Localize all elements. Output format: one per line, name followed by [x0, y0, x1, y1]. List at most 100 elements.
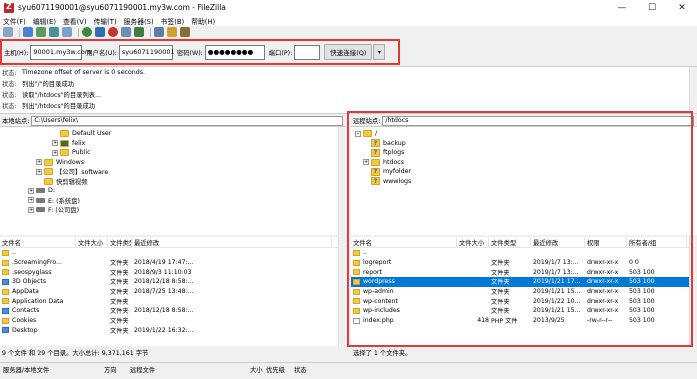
tree-node[interactable]: ? backup [351, 139, 697, 149]
cancel-icon[interactable] [108, 27, 118, 37]
column-modified[interactable]: 最近修改 [531, 236, 585, 248]
reconnect-icon[interactable] [134, 27, 144, 37]
remote-list-scrollbar[interactable] [689, 237, 697, 346]
toggle-log-icon[interactable] [23, 27, 33, 37]
quickconnect-history-dropdown[interactable]: ▾ [373, 44, 386, 60]
tree-node[interactable]: + 【公司】software [0, 167, 346, 177]
menu-server[interactable]: 服务器(S) [124, 16, 154, 26]
collapse-icon[interactable]: − [355, 130, 361, 137]
file-row[interactable]: wp-content 文件夹 2019/1/22 10... drwxr-xr-x 50… [351, 296, 697, 306]
column-owner[interactable]: 所有者/组 [627, 236, 687, 248]
tree-node[interactable]: + E: (系统盘) [0, 196, 346, 206]
file-row[interactable]: wordpress 文件夹 2019/1/21 17... drwxr-xr-x 503… [351, 277, 697, 287]
tree-node[interactable]: − / [351, 129, 697, 139]
queue-column-direction[interactable]: 方向 [104, 365, 130, 374]
column-filetype[interactable]: 文件类型 [108, 236, 132, 248]
tree-node[interactable]: Default User [0, 129, 346, 139]
local-tree-scrollbar[interactable] [338, 127, 346, 235]
column-filename[interactable]: 文件名 [351, 236, 457, 248]
host-input[interactable]: 90001.my3w.com [30, 44, 91, 60]
column-filesize[interactable]: 文件大小 [76, 236, 108, 248]
file-row[interactable]: .seospyglass 文件夹 2018/9/3 11:10:03 [0, 267, 346, 277]
menu-transfer[interactable]: 传输(T) [94, 16, 117, 26]
file-row[interactable]: AppData 文件夹 2018/7/25 13:48:... [0, 287, 346, 297]
file-row[interactable]: wp-admin 文件夹 2019/1/21 15... drwxr-xr-x 503 … [351, 287, 697, 297]
expand-icon[interactable]: + [36, 168, 42, 175]
remote-tree-pane: 远程站点: /htdocs − /? backup? ftplogs + htdocs? m… [351, 115, 697, 235]
queue-column-status[interactable]: 状态 [294, 365, 324, 374]
tree-node[interactable]: + felix [0, 139, 346, 149]
expand-icon[interactable]: + [28, 197, 34, 204]
queue-column-priority[interactable]: 优先级 [266, 365, 294, 374]
tree-node[interactable]: + Windows [0, 158, 346, 168]
expand-icon[interactable]: + [52, 140, 58, 147]
menu-edit[interactable]: 编辑(E) [33, 16, 56, 26]
queue-column-size[interactable]: 大小 [250, 365, 266, 374]
file-row[interactable]: report 文件夹 2019/1/7 13:... drwxr-xr-x 503 10… [351, 267, 697, 277]
queue-column-remote[interactable]: 远程文件 [130, 365, 250, 374]
tree-node[interactable]: ? wwwlogs [351, 177, 697, 187]
local-path-input[interactable]: C:\Users\felix\ [31, 115, 343, 126]
maximize-button[interactable]: ☐ [637, 0, 667, 15]
toggle-remote-tree-icon[interactable] [49, 27, 59, 37]
local-file-list: 文件名 文件大小 文件类型 最近修改 .. .ScreamingFro... 文件夹… [0, 236, 346, 346]
file-row[interactable]: logreport 文件夹 2019/1/7 13:... drwxr-xr-x 0 0 [351, 258, 697, 268]
column-permissions[interactable]: 权限 [585, 236, 627, 248]
password-input[interactable]: ●●●●●●●● [204, 44, 265, 60]
file-row[interactable]: .. [351, 248, 697, 258]
queue-column-local[interactable]: 服务器/本地文件 [0, 365, 104, 374]
quickconnect-button[interactable]: 快速连接(Q) [324, 44, 373, 60]
tree-node[interactable]: + htdocs [351, 158, 697, 168]
search-icon[interactable] [180, 27, 190, 37]
sync-browse-icon[interactable] [167, 27, 177, 37]
username-input[interactable]: syu6071190001 [118, 44, 175, 60]
column-filetype[interactable]: 文件类型 [489, 236, 531, 248]
local-list-scrollbar[interactable] [338, 237, 346, 346]
expand-icon[interactable]: + [363, 159, 369, 166]
menu-view[interactable]: 查看(V) [63, 16, 87, 26]
file-row[interactable]: index.php 418 PHP 文件 2013/9/25 -rw-r--r-- 503… [351, 316, 697, 326]
expand-icon[interactable]: + [28, 187, 34, 194]
tree-node[interactable]: 快剪辑视频 [0, 177, 346, 187]
toggle-tree-icon[interactable] [36, 27, 46, 37]
file-row[interactable]: Cookies 文件夹 [0, 316, 346, 326]
password-label: 密码(W): [176, 49, 203, 57]
process-queue-icon[interactable] [95, 27, 105, 37]
file-row[interactable]: Contacts 文件夹 2018/12/18 8:58:... [0, 306, 346, 316]
disconnect-icon[interactable] [121, 27, 131, 37]
tree-node[interactable]: + F: (公司盘) [0, 205, 346, 215]
column-filename[interactable]: 文件名 [0, 236, 76, 248]
log-scrollbar[interactable] [689, 67, 697, 113]
remote-path-input[interactable]: /htdocs [382, 115, 694, 126]
toggle-queue-icon[interactable] [62, 27, 72, 37]
file-row[interactable]: wp-includes 文件夹 2019/1/21 15... drwxr-xr-x 5… [351, 306, 697, 316]
file-size: 418 [477, 317, 489, 325]
file-row[interactable]: Application Data 文件夹 [0, 296, 346, 306]
close-button[interactable]: ✕ [667, 0, 697, 15]
minimize-button[interactable]: — [607, 0, 637, 15]
folder-icon [371, 158, 380, 166]
refresh-icon[interactable] [82, 27, 92, 37]
menu-help[interactable]: 帮助(H) [191, 16, 215, 26]
file-row[interactable]: .ScreamingFro... 文件夹 2018/4/19 17:47:... [0, 258, 346, 268]
tree-node[interactable]: + Public [0, 148, 346, 158]
column-filesize[interactable]: 文件大小 [457, 236, 489, 248]
menu-file[interactable]: 文件(F) [3, 16, 26, 26]
port-input[interactable] [294, 44, 321, 60]
user-folder-icon [60, 139, 69, 147]
column-modified[interactable]: 最近修改 [132, 236, 332, 248]
expand-icon[interactable]: + [52, 149, 58, 156]
menu-bookmarks[interactable]: 书签(B) [161, 16, 185, 26]
site-manager-icon[interactable] [3, 27, 13, 37]
tree-node[interactable]: ? myfolder [351, 167, 697, 177]
tree-node-label: wwwlogs [383, 177, 412, 185]
folder-icon [2, 298, 9, 305]
file-row[interactable]: .. [0, 248, 346, 258]
expand-icon[interactable]: + [28, 206, 34, 213]
file-row[interactable]: 3D Objects 文件夹 2018/12/18 8:58:... [0, 277, 346, 287]
tree-node[interactable]: ? ftplogs [351, 148, 697, 158]
tree-node[interactable]: + D: [0, 186, 346, 196]
filter-icon[interactable] [154, 27, 164, 37]
expand-icon[interactable]: + [36, 159, 42, 166]
file-row[interactable]: Desktop 文件夹 2019/1/22 16:32:... [0, 326, 346, 336]
